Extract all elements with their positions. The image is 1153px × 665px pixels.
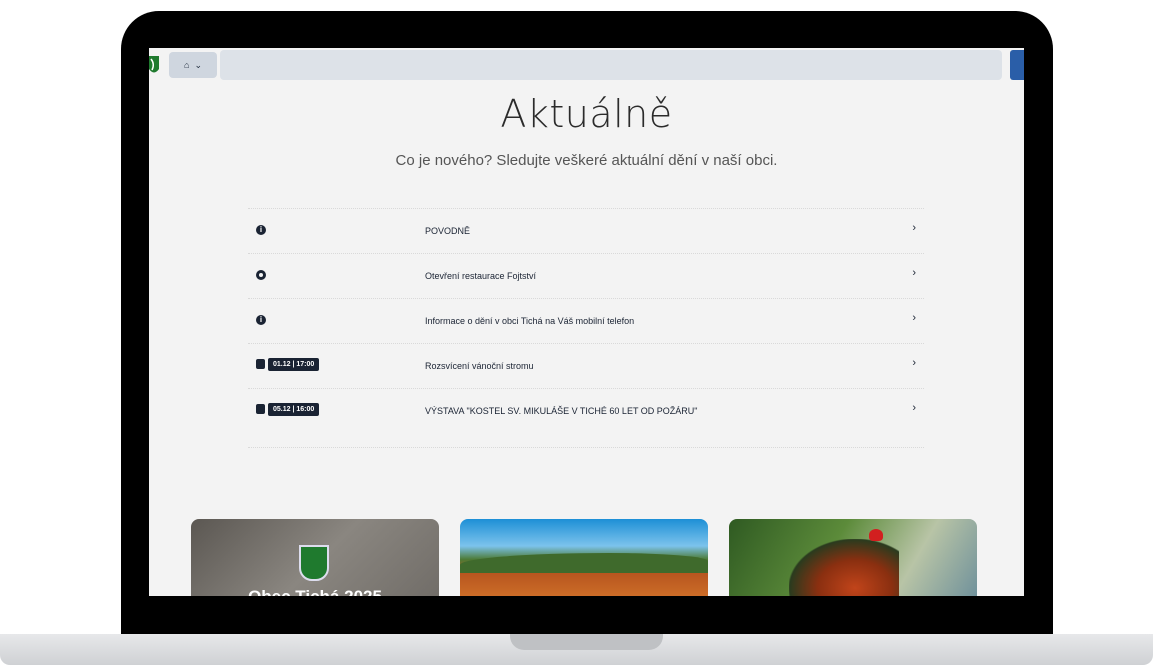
page-title: Aktuálně <box>500 92 673 136</box>
breadcrumb-bar[interactable] <box>220 50 1002 80</box>
list-item[interactable]: 01.12 | 17:00 Rozsvícení vánoční stromu … <box>248 344 924 389</box>
list-item[interactable]: Otevření restaurace Fojtství › <box>248 254 924 299</box>
landscape-image <box>460 553 708 573</box>
chevron-right-icon[interactable]: › <box>912 222 916 234</box>
news-list: i POVODNĚ › Otevření restaurace Fojtství… <box>248 208 924 448</box>
crest-logo-icon[interactable] <box>149 56 159 76</box>
date-badge: 01.12 | 17:00 <box>268 358 320 371</box>
list-item[interactable]: 05.12 | 16:00 VÝSTAVA "KOSTEL SV. MIKULÁ… <box>248 389 924 448</box>
chevron-right-icon[interactable]: › <box>912 267 916 279</box>
news-title[interactable]: VÝSTAVA "KOSTEL SV. MIKULÁŠE V TICHÉ 60 … <box>425 405 725 417</box>
list-item[interactable]: i POVODNĚ › <box>248 209 924 254</box>
chevron-right-icon[interactable]: › <box>912 312 916 324</box>
list-item[interactable]: i Informace o dění v obci Tichá na Váš m… <box>248 299 924 344</box>
card-village[interactable]: Obec Tichá 2025 <box>191 519 439 596</box>
news-title[interactable]: Rozsvícení vánoční stromu <box>425 360 725 372</box>
card-title[interactable]: Obec Tichá 2025 <box>191 587 439 596</box>
rooster-image <box>789 539 899 596</box>
house-icon: ⌂ <box>184 60 190 70</box>
top-bar: ⌂ ⌄ <box>149 48 1024 82</box>
calendar-icon <box>256 359 265 369</box>
date-badge: 05.12 | 16:00 <box>268 403 320 416</box>
card-landscape[interactable] <box>460 519 708 596</box>
screen: ⌂ ⌄ Aktuálně Co je nového? Sledujte vešk… <box>149 48 1024 596</box>
news-title[interactable]: POVODNĚ <box>425 225 725 237</box>
card-rooster[interactable] <box>729 519 977 596</box>
chevron-right-icon[interactable]: › <box>912 357 916 369</box>
calendar-icon <box>256 404 265 414</box>
home-button[interactable]: ⌂ ⌄ <box>169 52 217 78</box>
rooster-comb <box>869 529 883 541</box>
info-icon: i <box>256 225 266 235</box>
crest-icon <box>299 545 329 581</box>
record-icon <box>256 270 266 280</box>
chevron-right-icon[interactable]: › <box>912 402 916 414</box>
news-title[interactable]: Informace o dění v obci Tichá na Váš mob… <box>425 315 725 327</box>
laptop-notch <box>510 634 663 650</box>
chevron-down-icon: ⌄ <box>194 59 202 70</box>
page-subtitle: Co je nového? Sledujte veškeré aktuální … <box>395 152 778 169</box>
info-icon: i <box>256 315 266 325</box>
news-title[interactable]: Otevření restaurace Fojtství <box>425 270 725 282</box>
menu-button[interactable] <box>1010 50 1024 80</box>
